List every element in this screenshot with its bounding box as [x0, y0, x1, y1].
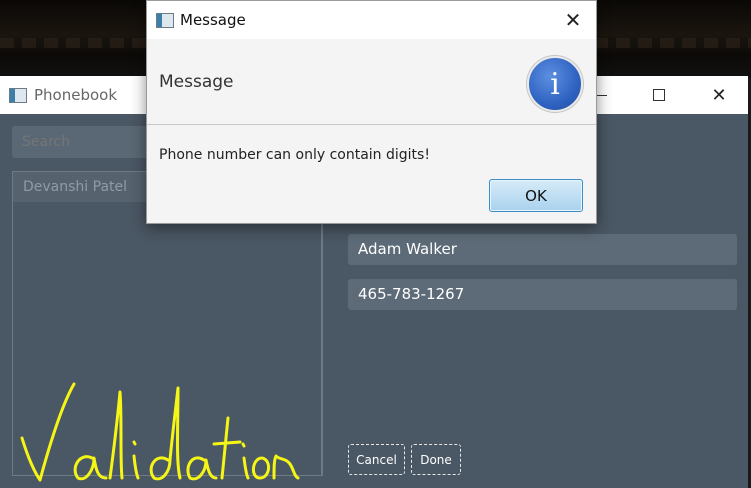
phonebook-title: Phonebook — [34, 86, 118, 104]
dialog-header: Message i — [147, 39, 596, 125]
cancel-button[interactable]: Cancel — [348, 444, 405, 475]
ok-button[interactable]: OK — [489, 179, 583, 212]
maximize-icon — [653, 89, 665, 101]
close-icon: ✕ — [711, 84, 727, 106]
dialog-header-text: Message — [159, 72, 234, 92]
dialog-window-icon — [156, 13, 174, 28]
close-button[interactable]: ✕ — [696, 76, 742, 114]
name-field[interactable]: Adam Walker — [348, 234, 737, 265]
app-window-icon — [9, 88, 27, 103]
message-dialog: Message ✕ Message i Phone number can onl… — [146, 0, 597, 224]
maximize-button[interactable] — [636, 76, 682, 114]
minimize-icon — [595, 94, 607, 96]
phone-field[interactable]: 465-783-1267 — [348, 279, 737, 310]
dialog-title: Message — [180, 11, 246, 29]
dialog-titlebar[interactable]: Message ✕ — [147, 1, 596, 39]
close-icon: ✕ — [564, 8, 582, 32]
done-button[interactable]: Done — [411, 444, 461, 475]
dialog-close-button[interactable]: ✕ — [550, 1, 596, 39]
handwritten-annotation — [20, 382, 300, 482]
dialog-message: Phone number can only contain digits! — [159, 147, 430, 163]
info-icon: i — [527, 56, 583, 112]
